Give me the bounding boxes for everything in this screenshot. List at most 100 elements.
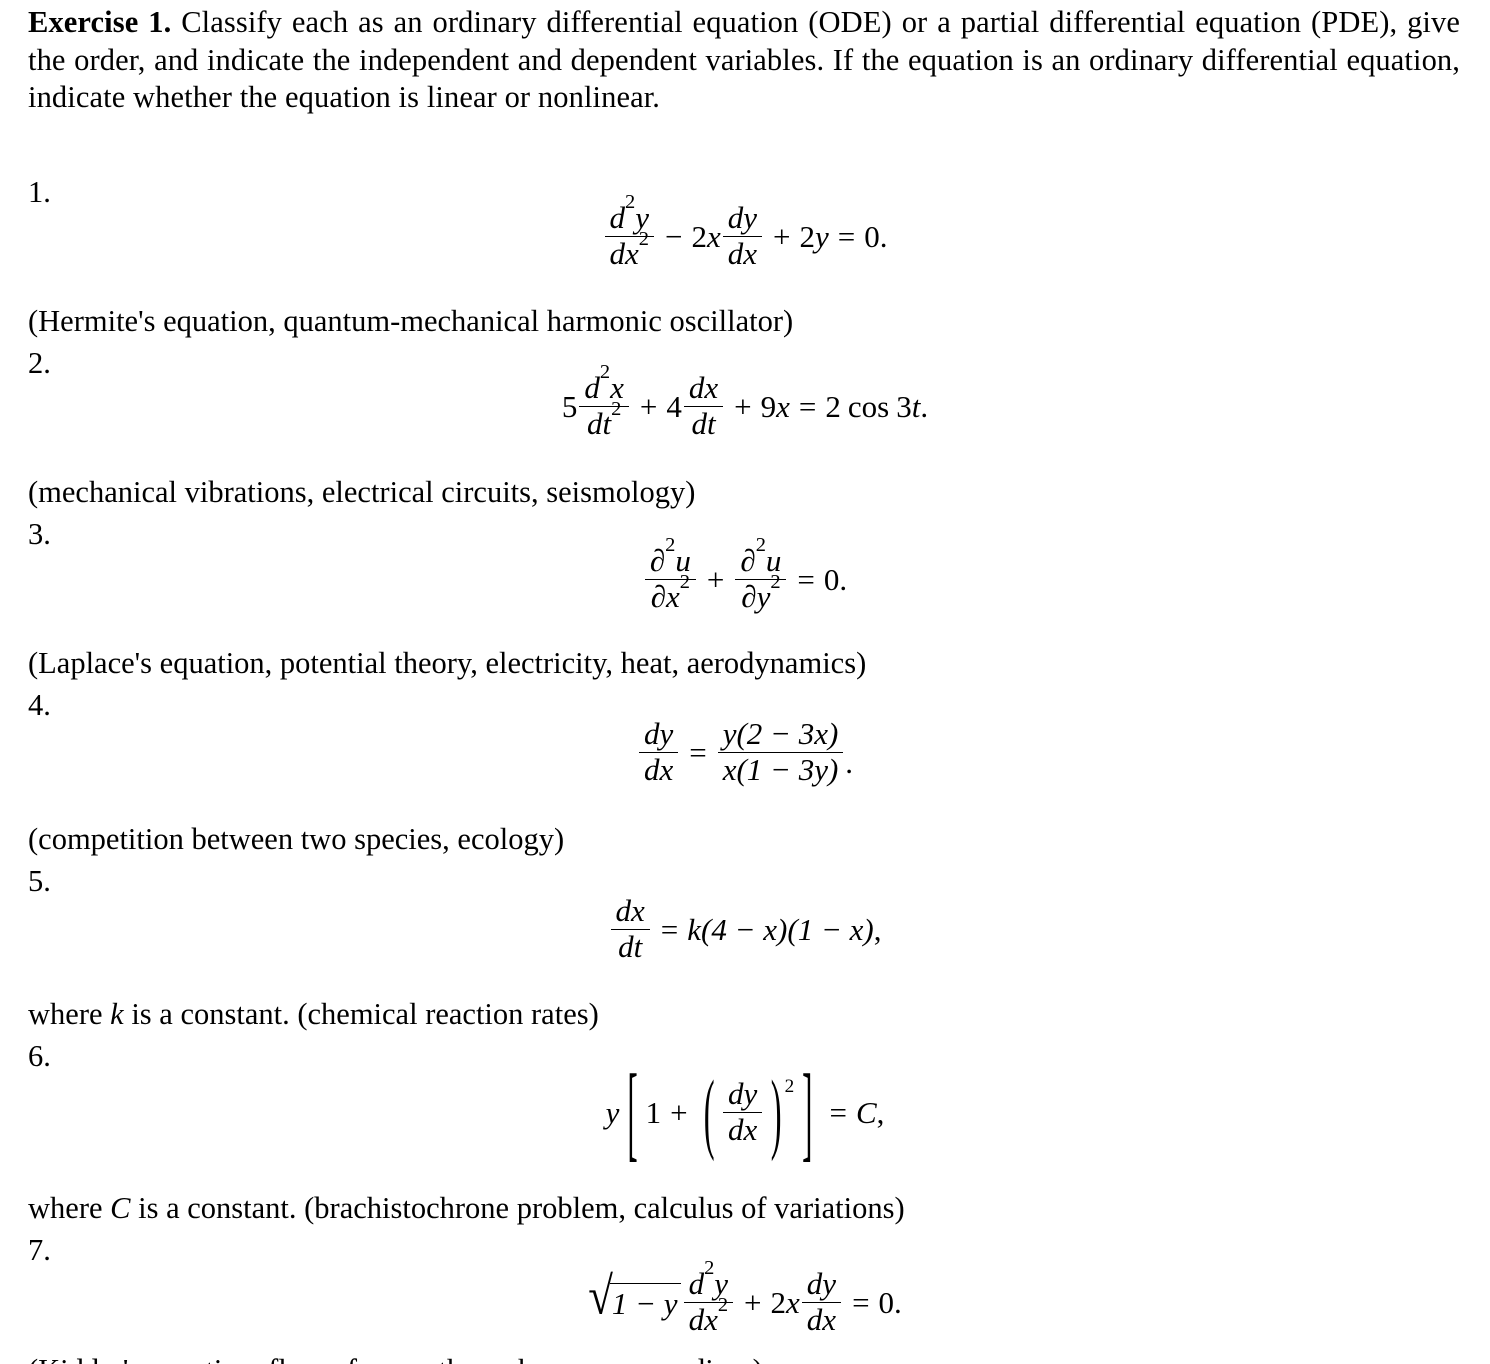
d-symbol: d bbox=[615, 893, 632, 928]
exponent: 2 bbox=[770, 570, 781, 593]
coefficient: 2 bbox=[691, 218, 707, 254]
coefficient: 9 bbox=[760, 388, 777, 424]
d-symbol: d bbox=[609, 200, 626, 235]
caption-variable: k bbox=[110, 997, 124, 1031]
fraction-numerator: y(2 − 3x) bbox=[722, 716, 839, 751]
fraction-numerator: dy bbox=[723, 200, 762, 236]
coefficient: 2 bbox=[770, 1284, 787, 1320]
right-hand-side: 0 bbox=[864, 218, 880, 254]
variable: x bbox=[822, 1302, 837, 1338]
exercise-instructions-paragraph: Exercise 1. Classify each as an ordinary… bbox=[28, 4, 1460, 117]
comma: , bbox=[873, 911, 882, 947]
square-root: √ 1 − y bbox=[588, 1270, 681, 1323]
partial-symbol: ∂ bbox=[740, 543, 756, 578]
fraction-d2y-dx2: d2y dx2 bbox=[683, 1258, 734, 1338]
fraction-denominator: ∂y2 bbox=[736, 571, 785, 614]
equation-6: y [ 1 + ( dy dx ) 2 ] = C, bbox=[0, 1051, 1490, 1172]
plus-operator: + bbox=[639, 388, 658, 424]
equals-operator: = bbox=[837, 218, 856, 254]
equation-2: 5 d2x dt2 + 4 dx dt + 9x = 2 cos 3 t. bbox=[0, 362, 1490, 442]
d-symbol: d bbox=[609, 236, 626, 272]
coefficient: 2 bbox=[825, 388, 841, 424]
d-symbol: d bbox=[688, 370, 705, 405]
right-parenthesis: ) bbox=[770, 1060, 782, 1162]
constant-k: k bbox=[687, 911, 702, 947]
factor-group-2: (1 − x) bbox=[787, 911, 874, 947]
minus-operator: − bbox=[664, 218, 683, 254]
caption-suffix: is a constant. (brachistochrone problem,… bbox=[130, 1191, 905, 1225]
fraction-denominator: dt bbox=[686, 407, 720, 441]
d-symbol: d bbox=[727, 200, 744, 235]
d-symbol: d bbox=[727, 1076, 744, 1111]
variable: x bbox=[776, 388, 790, 424]
fraction-dy-dx: dy dx bbox=[638, 716, 679, 788]
fraction-dy-dx: dy dx bbox=[801, 1266, 842, 1338]
right-bracket: ] bbox=[802, 1050, 813, 1172]
period: . bbox=[879, 218, 888, 254]
coefficient: 4 bbox=[666, 388, 682, 424]
fraction-denominator: x(1 − 3y) bbox=[722, 752, 839, 788]
variable-y: y bbox=[605, 1094, 620, 1130]
cosine-function: cos bbox=[847, 388, 890, 424]
fraction-numerator: dx bbox=[611, 893, 650, 929]
d-symbol: d bbox=[584, 370, 600, 405]
d-symbol: d bbox=[806, 1266, 823, 1301]
plus-operator: + bbox=[773, 218, 791, 254]
left-bracket: [ bbox=[627, 1050, 638, 1172]
variable: x bbox=[704, 1302, 718, 1338]
plus-operator: + bbox=[734, 388, 752, 424]
equals-operator: = bbox=[852, 1284, 870, 1320]
caption-variable: C bbox=[110, 1191, 131, 1225]
radical-sign: √ bbox=[588, 1266, 613, 1326]
fraction-numerator: d2x bbox=[579, 362, 628, 406]
caption-6: where C is a constant. (brachistochrone … bbox=[28, 1190, 905, 1226]
d-symbol: d bbox=[688, 1266, 705, 1301]
fraction-denominator: dt bbox=[613, 930, 647, 964]
fraction-numerator: dy bbox=[802, 1266, 841, 1302]
variable: y bbox=[814, 218, 829, 254]
item-number-6: 6. bbox=[28, 1039, 51, 1073]
fraction-d2x-dt2: d2x dt2 bbox=[579, 362, 629, 442]
equals-operator: = bbox=[797, 561, 815, 597]
exponent: 2 bbox=[784, 1076, 795, 1097]
caption-7-clipped: (Kidder's equation, flow of gases throug… bbox=[28, 1352, 763, 1364]
variable: x bbox=[743, 1112, 758, 1148]
equals-operator: = bbox=[829, 1094, 847, 1130]
exercise-label: Exercise 1. bbox=[28, 5, 172, 39]
d-symbol: d bbox=[643, 752, 660, 788]
d-symbol: d bbox=[586, 406, 603, 442]
variable: x bbox=[666, 579, 680, 615]
coefficient: 5 bbox=[561, 388, 578, 424]
variable: y bbox=[822, 1266, 837, 1301]
caption-3: (Laplace's equation, potential theory, e… bbox=[28, 646, 867, 680]
equation-4: dy dx = y(2 − 3x) x(1 − 3y) . bbox=[0, 716, 1490, 787]
document-page: Exercise 1. Classify each as an ordinary… bbox=[0, 0, 1490, 1364]
variable: y bbox=[659, 716, 674, 751]
d-symbol: d bbox=[806, 1302, 823, 1338]
fraction-dx-dt: dx dt bbox=[610, 893, 650, 964]
equals-operator: = bbox=[660, 911, 679, 947]
argument-coefficient: 3 bbox=[896, 388, 912, 424]
variable: t bbox=[706, 406, 716, 442]
fraction-d2y-dx2: d2y dx2 bbox=[604, 192, 654, 272]
fraction-dy-dx: dy dx bbox=[722, 1076, 763, 1147]
fraction-numerator: dx bbox=[684, 370, 723, 406]
exponent: 2 bbox=[717, 1293, 729, 1316]
coefficient: 2 bbox=[799, 218, 815, 254]
fraction-denominator: dx2 bbox=[605, 228, 654, 272]
fraction-denominator: dx bbox=[723, 1113, 762, 1147]
radicand: 1 − y bbox=[609, 1283, 681, 1322]
factor-group-1: (4 − x) bbox=[701, 911, 788, 947]
d-symbol: d bbox=[643, 716, 660, 751]
exponent: 2 bbox=[679, 570, 691, 593]
equals-operator: = bbox=[689, 734, 707, 770]
partial-symbol: ∂ bbox=[649, 543, 666, 578]
variable: y bbox=[743, 200, 757, 235]
equation-7: √ 1 − y d2y dx2 + 2x dy dx = 0. bbox=[0, 1258, 1490, 1338]
exponent: 2 bbox=[599, 361, 611, 384]
comma: , bbox=[876, 1094, 885, 1130]
exponent: 2 bbox=[638, 227, 649, 250]
period: . bbox=[839, 561, 848, 597]
variable: x bbox=[704, 370, 719, 405]
constant-C: C bbox=[855, 1094, 877, 1130]
